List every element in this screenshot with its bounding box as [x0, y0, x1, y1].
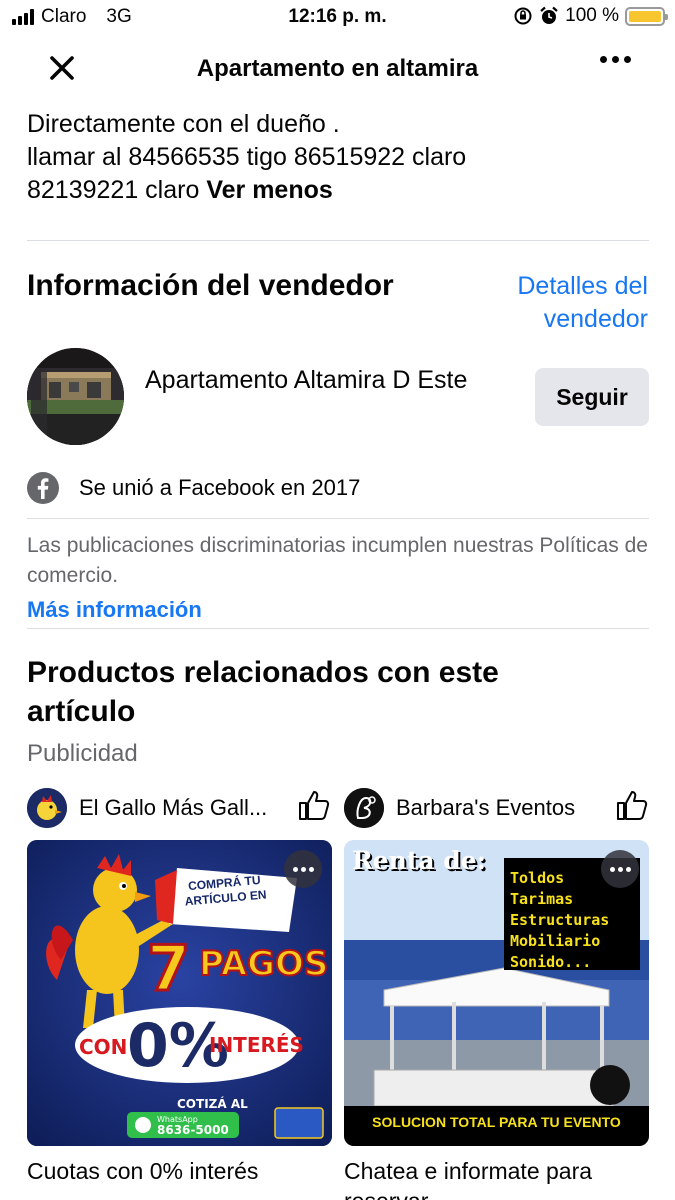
- follow-button[interactable]: Seguir: [535, 368, 649, 426]
- divider: [27, 240, 649, 241]
- ad-wa-number: 8636-5000: [157, 1123, 229, 1137]
- ad-more-icon[interactable]: [284, 850, 322, 888]
- more-info-link[interactable]: Más información: [27, 597, 202, 623]
- sponsored-label: Publicidad: [27, 740, 138, 767]
- ad-services-list: Toldos Tarimas Estructuras Mobiliario So…: [510, 868, 609, 973]
- top-nav: Apartamento en altamira: [0, 44, 675, 94]
- ad-more-icon[interactable]: [601, 850, 639, 888]
- ad-service-item: Toldos: [510, 869, 565, 887]
- status-bar: Claro 3G 12:16 p. m. 100 %: [0, 0, 675, 34]
- policy-notice: Las publicaciones discriminatorias incum…: [27, 534, 648, 587]
- ad-seven: 7: [147, 932, 190, 1005]
- see-less-link[interactable]: Ver menos: [206, 176, 332, 204]
- advertiser-el-gallo[interactable]: El Gallo Más Gall...: [27, 788, 267, 828]
- description-line: Directamente con el dueño .: [27, 110, 340, 138]
- battery-percent: 100 %: [565, 5, 619, 26]
- facebook-icon: [27, 472, 59, 504]
- listing-description: Directamente con el dueño . llamar al 84…: [27, 108, 647, 207]
- joined-facebook-text: Se unió a Facebook en 2017: [79, 475, 361, 500]
- description-line: 82139221 claro: [27, 176, 200, 204]
- ad-caption[interactable]: Cuotas con 0% interés: [27, 1156, 327, 1186]
- description-line: llamar al 84566535 tigo 86515922 claro: [27, 143, 467, 171]
- divider: [27, 628, 649, 629]
- like-icon[interactable]: [615, 788, 649, 822]
- advertiser-name: El Gallo Más Gall...: [79, 795, 268, 820]
- advertiser-barbaras-eventos[interactable]: Barbara's Eventos: [344, 788, 575, 828]
- battery-icon: [625, 6, 668, 26]
- related-products-title: Productos relacionados con este artículo: [27, 656, 499, 728]
- status-right: 100 %: [513, 5, 668, 27]
- advertiser-name: Barbara's Eventos: [396, 795, 576, 820]
- ad-pagos: PAGOS: [199, 944, 328, 984]
- seller-name[interactable]: Apartamento Altamira D Este: [145, 364, 475, 397]
- ad-caption[interactable]: Chatea e informate para reservar: [344, 1156, 644, 1200]
- ad-service-item: Sonido...: [510, 953, 592, 971]
- clipped-description-line: . . . .: [27, 92, 346, 106]
- description-line-last: 82139221 claro Ver menos: [27, 174, 647, 207]
- orientation-lock-icon: [514, 7, 532, 25]
- alarm-icon: [540, 6, 558, 24]
- seller-avatar[interactable]: [27, 348, 124, 445]
- like-icon[interactable]: [297, 788, 331, 822]
- seller-section-title: Información del vendedor: [27, 269, 394, 302]
- ad-image-el-gallo[interactable]: 7 PAGOS CON 0% INTERÉS COTIZÁ AL WhatsAp…: [27, 840, 332, 1146]
- ad-cotiza: COTIZÁ AL: [177, 1096, 248, 1111]
- ad-service-item: Mobiliario: [510, 932, 601, 950]
- page-title: Apartamento en altamira: [196, 55, 479, 82]
- advertiser-avatar: [27, 788, 67, 828]
- ad-interes: INTERÉS: [209, 1033, 304, 1057]
- seller-details-link[interactable]: Detalles del vendedor: [478, 270, 648, 336]
- ad-service-item: Estructuras: [510, 911, 610, 929]
- ad-service-item: Tarimas: [510, 890, 574, 908]
- seller-avatar-image: [27, 348, 124, 445]
- ad-image-barbaras-eventos[interactable]: Renta de: Toldos Tarimas Estructuras Mob…: [344, 840, 649, 1146]
- ad-banner-text: SOLUCION TOTAL PARA TU EVENTO: [372, 1114, 621, 1130]
- divider: [27, 518, 649, 519]
- ad-con: CON: [79, 1035, 127, 1059]
- ad-heading: Renta de:: [352, 846, 486, 875]
- more-icon[interactable]: [600, 56, 631, 63]
- advertiser-avatar: [344, 788, 384, 828]
